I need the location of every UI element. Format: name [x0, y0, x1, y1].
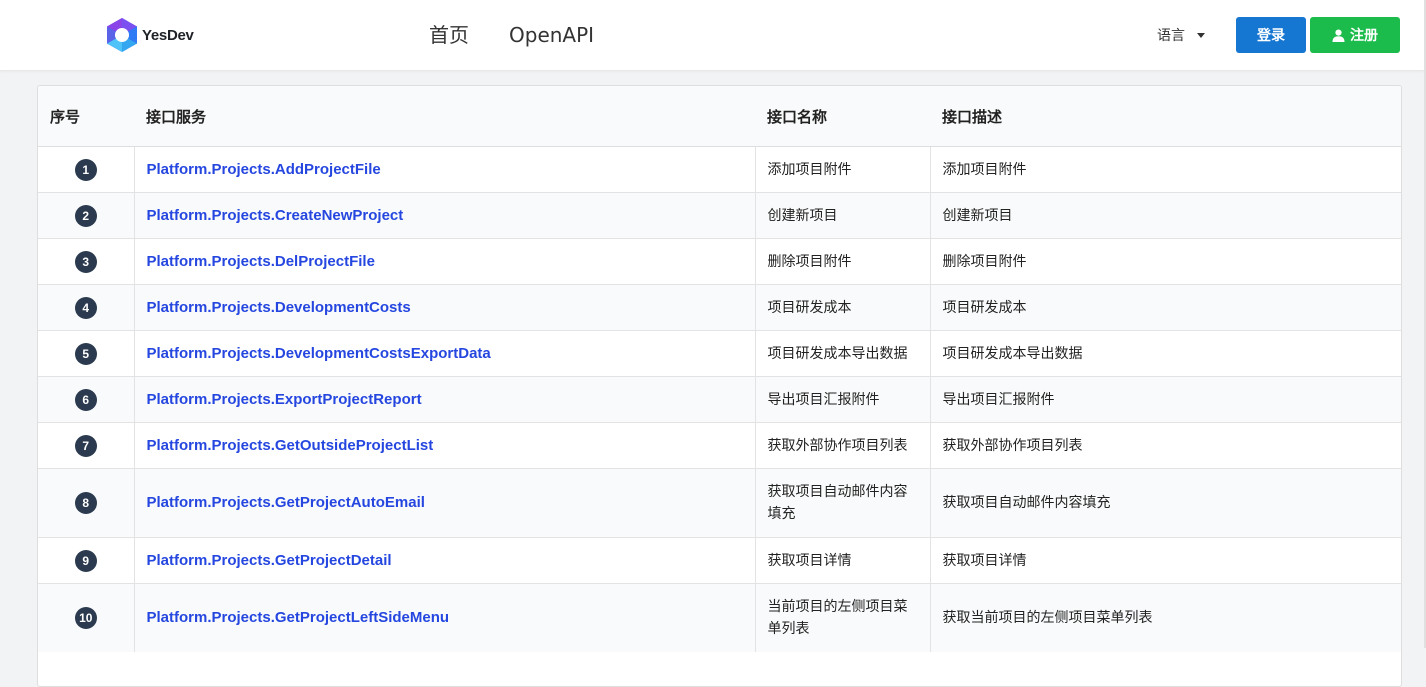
- register-label: 注册: [1350, 28, 1378, 44]
- index-cell: 9: [38, 537, 134, 584]
- service-cell: Platform.Projects.ExportProjectReport: [133, 376, 755, 423]
- index-badge: 10: [74, 607, 97, 629]
- service-cell: Platform.Projects.DevelopmentCosts: [133, 284, 755, 331]
- api-description-cell: 项目研发成本: [929, 284, 1401, 331]
- table-row: 6 Platform.Projects.ExportProjectReport …: [38, 376, 1401, 423]
- user-icon: [1332, 29, 1345, 42]
- top-navbar: YesDev 首页 OpenAPI 语言 登录 注册: [0, 0, 1424, 71]
- table-row: 3 Platform.Projects.DelProjectFile 删除项目附…: [38, 238, 1401, 285]
- api-description-cell: 获取项目自动邮件内容填充: [929, 468, 1401, 538]
- nav-home[interactable]: 首页: [429, 20, 469, 50]
- index-badge: 5: [74, 342, 97, 365]
- main-nav: 首页 OpenAPI: [429, 20, 594, 50]
- api-name-cell: 获取项目详情: [754, 537, 930, 584]
- api-description-cell: 获取外部协作项目列表: [929, 422, 1401, 469]
- api-name-cell: 当前项目的左侧项目菜单列表: [754, 583, 930, 652]
- index-cell: 2: [38, 192, 134, 239]
- column-header-name: 接口名称: [755, 86, 930, 147]
- table-header-row: 序号 接口服务 接口名称 接口描述: [38, 86, 1401, 147]
- table-row: 10 Platform.Projects.GetProjectLeftSideM…: [38, 583, 1401, 652]
- api-name-cell: 获取项目自动邮件内容填充: [754, 468, 930, 538]
- service-cell: Platform.Projects.GetProjectLeftSideMenu: [133, 583, 755, 652]
- api-name-cell: 添加项目附件: [754, 146, 930, 193]
- column-header-description: 接口描述: [930, 86, 1401, 147]
- service-cell: Platform.Projects.DelProjectFile: [133, 238, 755, 285]
- index-badge: 8: [74, 492, 97, 514]
- register-button[interactable]: 注册: [1310, 17, 1400, 53]
- api-name-cell: 获取外部协作项目列表: [754, 422, 930, 469]
- yesdev-logo-icon: [104, 17, 140, 53]
- service-cell: Platform.Projects.GetOutsideProjectList: [133, 422, 755, 469]
- service-link[interactable]: Platform.Projects.ExportProjectReport: [147, 391, 422, 408]
- api-description-cell: 项目研发成本导出数据: [929, 330, 1401, 377]
- language-dropdown[interactable]: 语言: [1157, 25, 1205, 45]
- login-button[interactable]: 登录: [1236, 17, 1306, 53]
- column-header-index: 序号: [38, 86, 134, 147]
- api-description-cell: 删除项目附件: [929, 238, 1401, 285]
- index-badge: 3: [74, 250, 97, 273]
- api-description-cell: 导出项目汇报附件: [929, 376, 1401, 423]
- logo-text: YesDev: [142, 26, 194, 44]
- language-label: 语言: [1157, 28, 1185, 44]
- api-name-cell: 导出项目汇报附件: [754, 376, 930, 423]
- login-label: 登录: [1257, 28, 1285, 44]
- index-cell: 6: [38, 376, 134, 423]
- table-row: 5 Platform.Projects.DevelopmentCostsExpo…: [38, 330, 1401, 377]
- index-cell: 1: [38, 146, 134, 193]
- index-cell: 4: [38, 284, 134, 331]
- column-header-service: 接口服务: [134, 86, 755, 147]
- index-cell: 3: [38, 238, 134, 285]
- index-cell: 5: [38, 330, 134, 377]
- index-badge: 1: [74, 158, 97, 181]
- table-row: 9 Platform.Projects.GetProjectDetail 获取项…: [38, 537, 1401, 584]
- service-cell: Platform.Projects.DevelopmentCostsExport…: [133, 330, 755, 377]
- caret-down-icon: [1197, 32, 1205, 38]
- service-link[interactable]: Platform.Projects.DevelopmentCostsExport…: [147, 345, 491, 362]
- service-cell: Platform.Projects.GetProjectAutoEmail: [133, 468, 755, 538]
- api-name-cell: 删除项目附件: [754, 238, 930, 285]
- table-row: 1 Platform.Projects.AddProjectFile 添加项目附…: [38, 146, 1401, 193]
- service-link[interactable]: Platform.Projects.AddProjectFile: [147, 161, 381, 178]
- service-link[interactable]: Platform.Projects.DelProjectFile: [147, 253, 375, 270]
- service-link[interactable]: Platform.Projects.GetProjectAutoEmail: [147, 494, 425, 511]
- table-row: 7 Platform.Projects.GetOutsideProjectLis…: [38, 422, 1401, 469]
- index-cell: 7: [38, 422, 134, 469]
- api-description-cell: 添加项目附件: [929, 146, 1401, 193]
- service-link[interactable]: Platform.Projects.CreateNewProject: [147, 207, 404, 224]
- api-table-container: 序号 接口服务 接口名称 接口描述 1 Platform.Projects.Ad…: [37, 85, 1402, 687]
- table-row: 2 Platform.Projects.CreateNewProject 创建新…: [38, 192, 1401, 239]
- api-name-cell: 创建新项目: [754, 192, 930, 239]
- service-link[interactable]: Platform.Projects.GetProjectDetail: [147, 552, 392, 569]
- index-badge: 7: [74, 434, 97, 457]
- table-row: 4 Platform.Projects.DevelopmentCosts 项目研…: [38, 284, 1401, 331]
- service-cell: Platform.Projects.CreateNewProject: [133, 192, 755, 239]
- logo[interactable]: YesDev: [104, 17, 194, 53]
- index-cell: 10: [38, 583, 134, 652]
- api-description-cell: 获取当前项目的左侧项目菜单列表: [929, 583, 1401, 652]
- nav-openapi[interactable]: OpenAPI: [509, 20, 594, 50]
- service-link[interactable]: Platform.Projects.GetOutsideProjectList: [147, 437, 434, 454]
- service-link[interactable]: Platform.Projects.DevelopmentCosts: [147, 299, 411, 316]
- index-badge: 4: [74, 296, 97, 319]
- api-name-cell: 项目研发成本: [754, 284, 930, 331]
- service-link[interactable]: Platform.Projects.GetProjectLeftSideMenu: [147, 609, 450, 626]
- service-cell: Platform.Projects.AddProjectFile: [133, 146, 755, 193]
- api-name-cell: 项目研发成本导出数据: [754, 330, 930, 377]
- api-table: 序号 接口服务 接口名称 接口描述 1 Platform.Projects.Ad…: [38, 86, 1401, 652]
- api-description-cell: 创建新项目: [929, 192, 1401, 239]
- index-badge: 2: [74, 204, 97, 227]
- api-description-cell: 获取项目详情: [929, 537, 1401, 584]
- index-badge: 9: [74, 549, 97, 572]
- table-row: 8 Platform.Projects.GetProjectAutoEmail …: [38, 468, 1401, 538]
- service-cell: Platform.Projects.GetProjectDetail: [133, 537, 755, 584]
- index-cell: 8: [38, 468, 134, 538]
- index-badge: 6: [74, 388, 97, 411]
